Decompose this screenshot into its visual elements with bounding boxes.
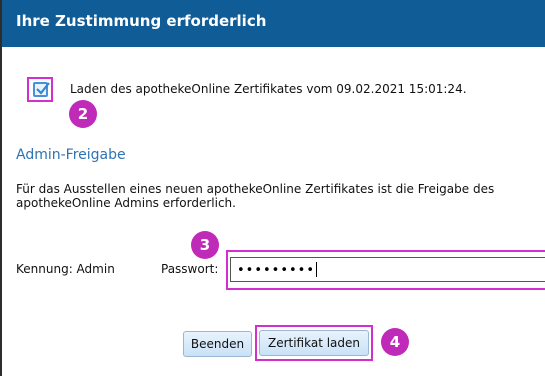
step-badge-2: 2 <box>69 100 97 128</box>
admin-description: Für das Ausstellen eines neuen apothekeO… <box>16 182 495 210</box>
certificate-checkbox[interactable] <box>33 82 50 97</box>
checkmark-icon <box>36 82 50 95</box>
certificate-checkbox-label: Laden des apothekeOnline Zertifikates vo… <box>70 82 467 96</box>
checkbox-highlight <box>27 77 53 102</box>
text-caret <box>316 262 318 277</box>
dialog-title: Ihre Zustimmung erforderlich <box>16 12 267 30</box>
kennung-label: Kennung: Admin <box>16 262 115 276</box>
load-certificate-button[interactable]: Zertifikat laden <box>259 330 369 356</box>
cancel-button[interactable]: Beenden <box>183 331 252 357</box>
step-badge-3: 3 <box>191 231 219 259</box>
password-input[interactable]: ••••••••• <box>230 257 545 282</box>
password-label: Passwort: <box>161 262 219 276</box>
section-title-admin: Admin-Freigabe <box>16 147 126 163</box>
step-badge-4: 4 <box>381 328 409 356</box>
password-value: ••••••••• <box>237 263 316 278</box>
dialog-titlebar: Ihre Zustimmung erforderlich <box>2 0 545 47</box>
